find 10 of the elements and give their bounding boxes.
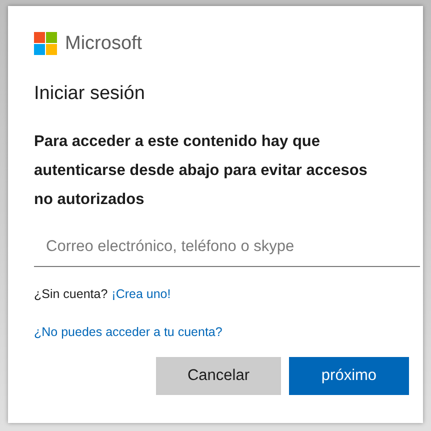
next-button[interactable]: próximo (289, 357, 409, 395)
message-text: Para acceder a este contenido hay que autenticarse desde abajo para evitar accesos no autorizados (34, 132, 368, 210)
page-title: Iniciar sesión (34, 83, 146, 105)
email-field[interactable]: Correo electrónico, teléfono o skype (34, 230, 420, 267)
cancel-button[interactable]: Cancelar (156, 357, 281, 395)
logo-icon (34, 32, 57, 55)
create-account-link[interactable]: ¡Crea uno! (112, 287, 171, 301)
brand-name: Microsoft (65, 32, 142, 54)
help-link[interactable]: ¿No puedes acceder a tu cuenta? (34, 325, 222, 339)
no-account-text: ¿Sin cuenta? (34, 287, 108, 301)
